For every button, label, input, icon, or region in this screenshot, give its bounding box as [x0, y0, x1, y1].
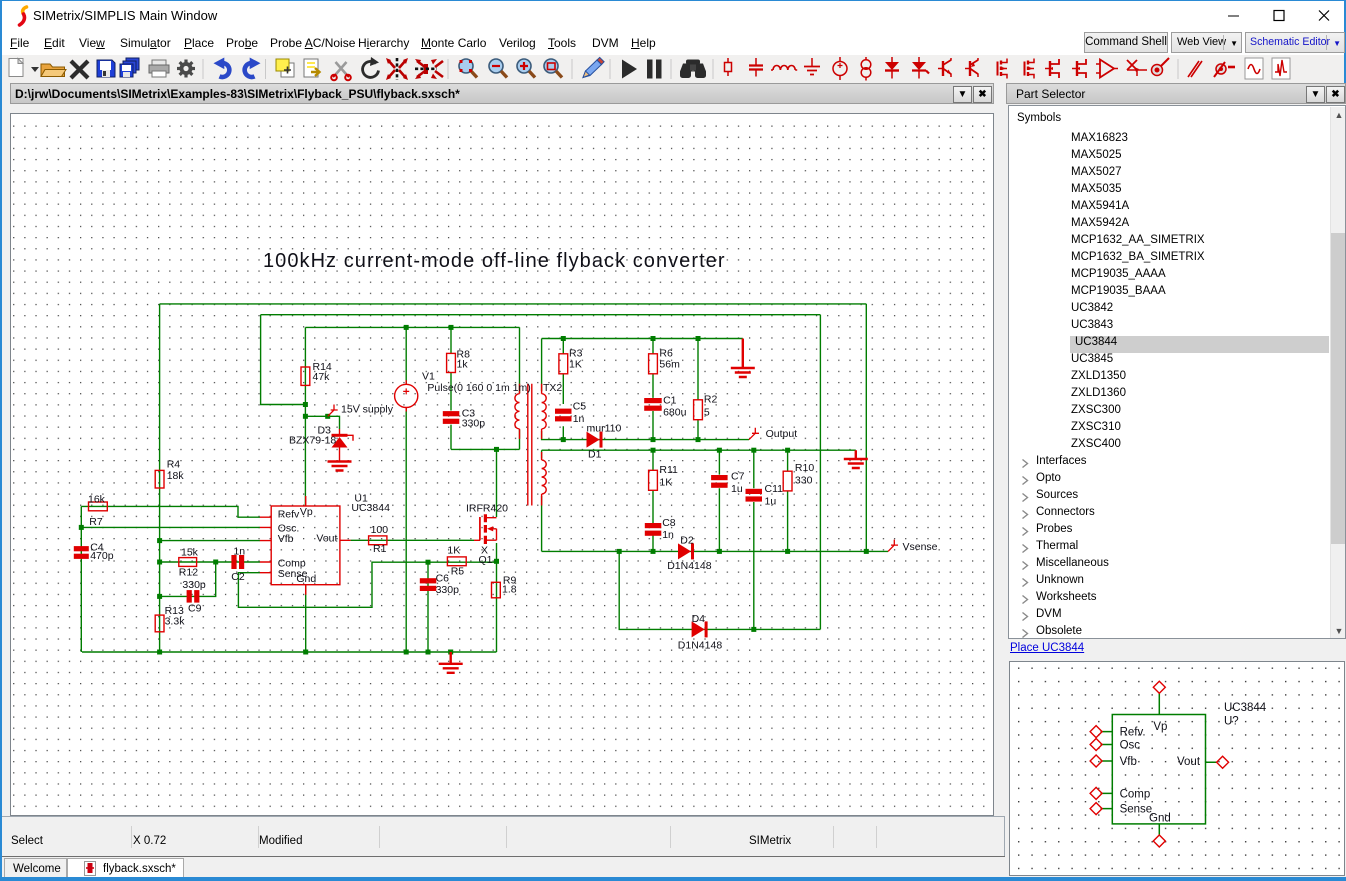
- svg-text:Vout: Vout: [1177, 756, 1201, 768]
- svg-text:D4: D4: [692, 613, 706, 625]
- svg-text:Vp: Vp: [1153, 721, 1167, 733]
- svg-text:C11: C11: [765, 483, 784, 495]
- svg-text:1n: 1n: [233, 546, 245, 558]
- svg-text:Vfb: Vfb: [1120, 756, 1137, 768]
- svg-text:Gnd: Gnd: [296, 573, 316, 585]
- svg-text:Pulse(0 160 0 1m 1m): Pulse(0 160 0 1m 1m): [427, 382, 530, 394]
- svg-text:Vsense: Vsense: [903, 541, 938, 553]
- svg-text:1u: 1u: [765, 496, 777, 508]
- svg-text:R10: R10: [795, 462, 814, 474]
- svg-text:UC3844: UC3844: [1224, 702, 1267, 714]
- svg-text:D1N4148: D1N4148: [678, 640, 723, 652]
- svg-text:Refv.: Refv.: [1120, 727, 1146, 739]
- svg-text:100kHz current-mode off-line f: 100kHz current-mode off-line flyback con…: [263, 250, 726, 272]
- svg-text:UC3844: UC3844: [351, 502, 390, 514]
- svg-text:330p: 330p: [182, 579, 206, 591]
- svg-text:1K: 1K: [447, 545, 460, 557]
- svg-text:Gnd: Gnd: [1149, 813, 1171, 825]
- svg-text:C6: C6: [436, 573, 450, 585]
- svg-text:R1: R1: [373, 543, 387, 555]
- svg-text:Vfb: Vfb: [278, 533, 294, 545]
- svg-text:C9: C9: [188, 603, 202, 615]
- svg-text:Sense: Sense: [1120, 804, 1153, 816]
- svg-text:Vout: Vout: [316, 533, 337, 545]
- svg-text:1u: 1u: [731, 483, 743, 495]
- svg-text:D2: D2: [680, 535, 694, 547]
- svg-text:1K: 1K: [659, 477, 672, 489]
- svg-text:Osc: Osc: [1120, 740, 1141, 752]
- svg-text:D1: D1: [588, 449, 602, 461]
- svg-text:R4: R4: [167, 459, 181, 471]
- svg-text:330p: 330p: [462, 418, 486, 430]
- svg-text:100: 100: [371, 524, 389, 536]
- svg-text:56m: 56m: [659, 359, 680, 371]
- svg-text:15k: 15k: [181, 547, 199, 559]
- svg-text:R2: R2: [704, 394, 718, 406]
- svg-text:R5: R5: [451, 566, 465, 578]
- svg-text:R11: R11: [659, 464, 678, 476]
- svg-text:IRFR420: IRFR420: [466, 503, 508, 515]
- svg-text:1.8: 1.8: [502, 584, 517, 596]
- svg-text:C7: C7: [731, 471, 745, 483]
- svg-text:Refv: Refv: [278, 509, 300, 521]
- svg-text:U?: U?: [1224, 716, 1239, 728]
- svg-text:330p: 330p: [436, 584, 460, 596]
- svg-text:470p: 470p: [90, 550, 114, 562]
- svg-text:5: 5: [704, 407, 710, 419]
- svg-text:R12: R12: [179, 567, 198, 579]
- svg-text:15V supply: 15V supply: [341, 404, 394, 416]
- svg-text:C5: C5: [573, 401, 587, 413]
- svg-text:1k: 1k: [457, 359, 469, 371]
- svg-text:Vp: Vp: [300, 506, 313, 518]
- svg-text:BZX79-18: BZX79-18: [289, 435, 336, 447]
- svg-text:Q1: Q1: [479, 554, 493, 566]
- svg-text:47k: 47k: [313, 371, 331, 383]
- svg-text:16k: 16k: [88, 494, 106, 506]
- svg-text:mur110: mur110: [587, 423, 622, 435]
- svg-text:C8: C8: [662, 517, 676, 529]
- svg-text:1n: 1n: [573, 413, 585, 425]
- svg-text:C1: C1: [663, 395, 677, 407]
- svg-text:1n: 1n: [662, 529, 674, 541]
- svg-text:680u: 680u: [663, 407, 687, 419]
- svg-text:1K: 1K: [569, 359, 582, 371]
- svg-text:330: 330: [795, 475, 813, 487]
- svg-text:V1: V1: [422, 371, 435, 383]
- svg-text:D1N4148: D1N4148: [667, 560, 712, 572]
- svg-text:Comp: Comp: [1120, 789, 1151, 801]
- svg-text:R7: R7: [89, 516, 103, 528]
- svg-text:18k: 18k: [167, 470, 185, 482]
- svg-text:3.3k: 3.3k: [165, 616, 186, 628]
- svg-text:Output: Output: [766, 428, 798, 440]
- svg-text:C2: C2: [231, 571, 245, 583]
- svg-text:TX2: TX2: [543, 382, 562, 394]
